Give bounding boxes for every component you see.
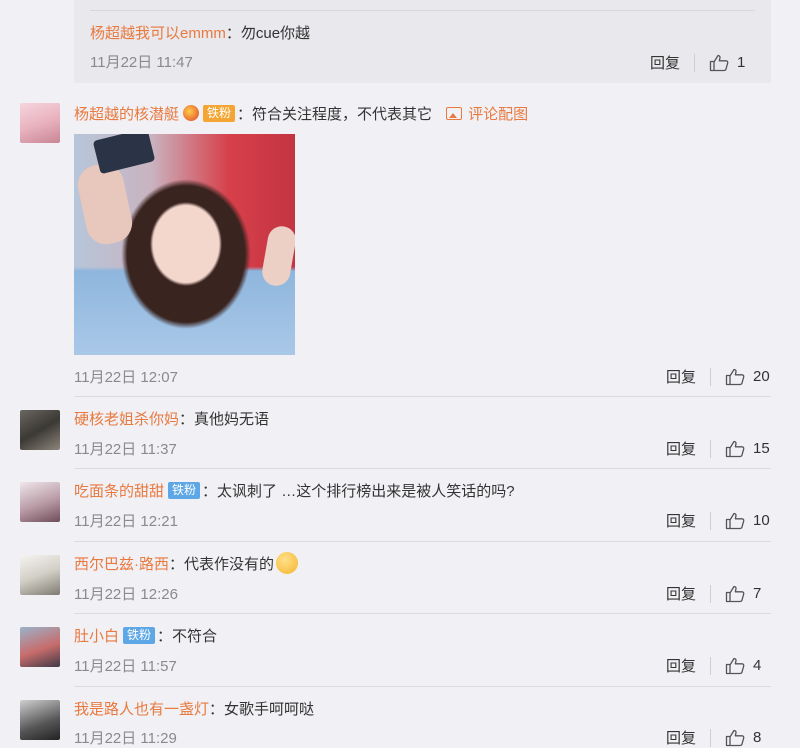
fan-badge: 铁粉 [123,627,156,644]
thumbs-up-icon[interactable] [709,54,729,72]
thumbs-up-icon[interactable] [725,440,745,458]
comment-content: 硬核老姐杀你妈：真他妈无语 [74,411,270,428]
fan-badge: 铁粉 [203,105,236,122]
like-count: 20 [753,368,770,385]
avatar[interactable] [20,103,60,143]
reply-text: 勿cue你越 [240,25,311,42]
comment-actions: 回复 7 [666,583,771,604]
divider [694,53,695,72]
comment-image-link[interactable]: 评论配图 [468,106,528,123]
reply-time: 11月22日 11:47 [90,54,193,71]
like-count: 1 [737,54,746,71]
comment-time: 11月22日 11:57 [74,658,177,675]
comment-text: 代表作没有的 [184,556,275,573]
comment-text: 女歌手呵呵哒 [224,701,315,718]
reply-button[interactable]: 回复 [666,655,696,676]
comment-actions: 回复 4 [666,655,771,676]
comment-time: 11月22日 12:07 [74,369,178,386]
thumbs-up-icon[interactable] [725,657,745,675]
comment-time: 11月22日 12:21 [74,513,178,530]
divider [74,686,771,687]
nested-reply: 杨超越我可以emmm：勿cue你越 11月22日 11:47 回复 1 [74,0,771,83]
divider [74,541,771,542]
avatar[interactable] [20,482,60,522]
comment-image[interactable] [74,134,295,355]
divider [710,656,711,675]
comment-text: 不符合 [172,628,218,645]
thumbs-up-icon[interactable] [725,585,745,603]
reply-content: 杨超越我可以emmm：勿cue你越 [90,25,311,42]
comment-author-link[interactable]: 吃面条的甜甜 [74,483,164,500]
divider [74,396,771,397]
comment-actions: 回复 20 [666,366,771,387]
smiling-face-icon [276,552,299,574]
comment-content: 吃面条的甜甜 铁粉 ：太讽刺了 …这个排行榜出来是被人笑话的吗? [74,482,515,500]
divider [74,613,771,614]
divider [710,367,711,386]
divider [710,584,711,603]
reply-button[interactable]: 回复 [666,583,696,604]
divider [74,468,771,469]
comment-author-link[interactable]: 我是路人也有一盏灯 [74,701,209,718]
reply-actions: 回复 1 [650,52,755,73]
avatar[interactable] [20,555,60,595]
comment-author-link[interactable]: 肚小白 [74,628,119,645]
comment-actions: 回复 10 [666,510,771,531]
reply-author-link[interactable]: 杨超越我可以emmm [90,25,226,42]
reply-button[interactable]: 回复 [650,52,680,73]
comment-author-link[interactable]: 西尔巴兹·路西 [74,556,169,573]
like-count: 15 [753,440,770,457]
comment-content: 我是路人也有一盏灯：女歌手呵呵哒 [74,701,315,718]
comment-content: 杨超越的核潜艇 铁粉 ：符合关注程度，不代表其它 评论配图 [74,105,529,123]
comment-text: 真他妈无语 [194,411,270,428]
fan-badge: 铁粉 [168,482,201,499]
comment-author-link[interactable]: 硬核老姐杀你妈 [74,411,179,428]
comment-content: 西尔巴兹·路西：代表作没有的 [74,552,299,574]
reply-button[interactable]: 回复 [666,366,696,387]
comment-text: 太讽刺了 …这个排行榜出来是被人笑话的吗? [217,483,515,500]
divider [90,10,755,11]
avatar[interactable] [20,700,60,740]
comment-time: 11月22日 12:26 [74,586,178,603]
photo-detail [92,134,156,175]
comment-actions: 回复 15 [666,438,771,459]
comment-text: 符合关注程度，不代表其它 [252,106,433,123]
member-icon [183,105,200,121]
divider [710,511,711,530]
avatar[interactable] [20,627,60,667]
image-icon [446,107,463,120]
comment-content: 肚小白 铁粉 ：不符合 [74,627,218,645]
like-count: 7 [753,585,762,602]
comment-author-link[interactable]: 杨超越的核潜艇 [74,106,179,123]
thumbs-up-icon[interactable] [725,368,745,386]
like-count: 10 [753,512,770,529]
reply-button[interactable]: 回复 [666,438,696,459]
thumbs-up-icon[interactable] [725,512,745,530]
divider [710,439,711,458]
photo-detail [260,224,295,288]
like-count: 4 [753,657,762,674]
reply-button[interactable]: 回复 [666,510,696,531]
comment-time: 11月22日 11:37 [74,441,177,458]
avatar[interactable] [20,410,60,450]
